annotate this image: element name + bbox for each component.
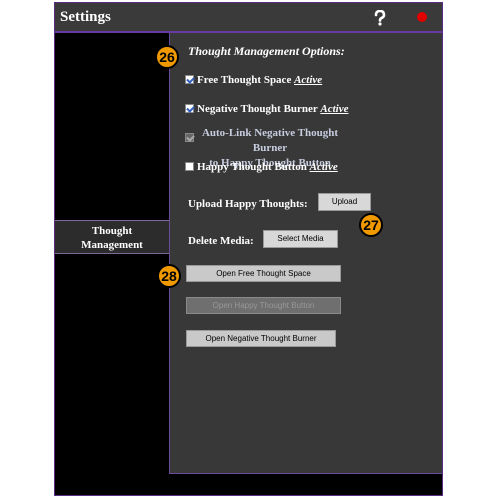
checkbox-auto-link: [185, 133, 194, 142]
checkbox-happy-thought-button[interactable]: [185, 162, 194, 171]
open-happy-thought-button-button: Open Happy Thought Button: [186, 297, 341, 314]
open-free-thought-space-button[interactable]: Open Free Thought Space: [186, 265, 341, 282]
option-label: Negative Thought Burner: [197, 103, 318, 115]
annotation-badge-27: 27: [359, 213, 383, 237]
options-heading: Thought Management Options:: [188, 44, 345, 58]
close-icon[interactable]: [417, 12, 427, 22]
sidebar: Thought Management: [55, 33, 169, 495]
option-label: Free Thought Space: [197, 74, 292, 86]
checkbox-free-thought-space[interactable]: [185, 75, 194, 84]
upload-button[interactable]: Upload: [318, 193, 371, 211]
upload-label: Upload Happy Thoughts:: [188, 198, 308, 210]
status-active: Active: [320, 103, 349, 115]
sidebar-item-label-line1: Thought: [91, 225, 133, 237]
annotation-badge-26: 26: [155, 45, 179, 69]
delete-media-label: Delete Media:: [188, 235, 254, 247]
settings-panel: Thought Management Options: Free Thought…: [169, 33, 442, 474]
sidebar-item-thought-management[interactable]: Thought Management: [55, 220, 169, 254]
option-free-thought-space[interactable]: Free Thought Space Active: [185, 74, 322, 86]
help-icon[interactable]: [373, 10, 387, 26]
annotation-badge-28: 28: [157, 264, 181, 288]
title-bar: Settings: [55, 3, 442, 33]
window-title: Settings: [60, 9, 111, 25]
option-label-line1: Auto-Link Negative Thought Burner: [201, 127, 339, 154]
settings-window: Settings Thought Management Thought Mana…: [54, 2, 443, 496]
sidebar-item-label-line2: Management: [81, 239, 143, 251]
open-negative-thought-burner-button[interactable]: Open Negative Thought Burner: [186, 330, 336, 347]
checkbox-negative-thought-burner[interactable]: [185, 104, 194, 113]
option-label: Happy Thought Button: [197, 161, 307, 173]
option-happy-thought-button[interactable]: Happy Thought Button Active: [185, 161, 338, 173]
status-active: Active: [294, 74, 323, 86]
select-media-button[interactable]: Select Media: [263, 230, 338, 248]
status-active: Active: [309, 161, 338, 173]
option-negative-thought-burner[interactable]: Negative Thought Burner Active: [185, 103, 348, 115]
